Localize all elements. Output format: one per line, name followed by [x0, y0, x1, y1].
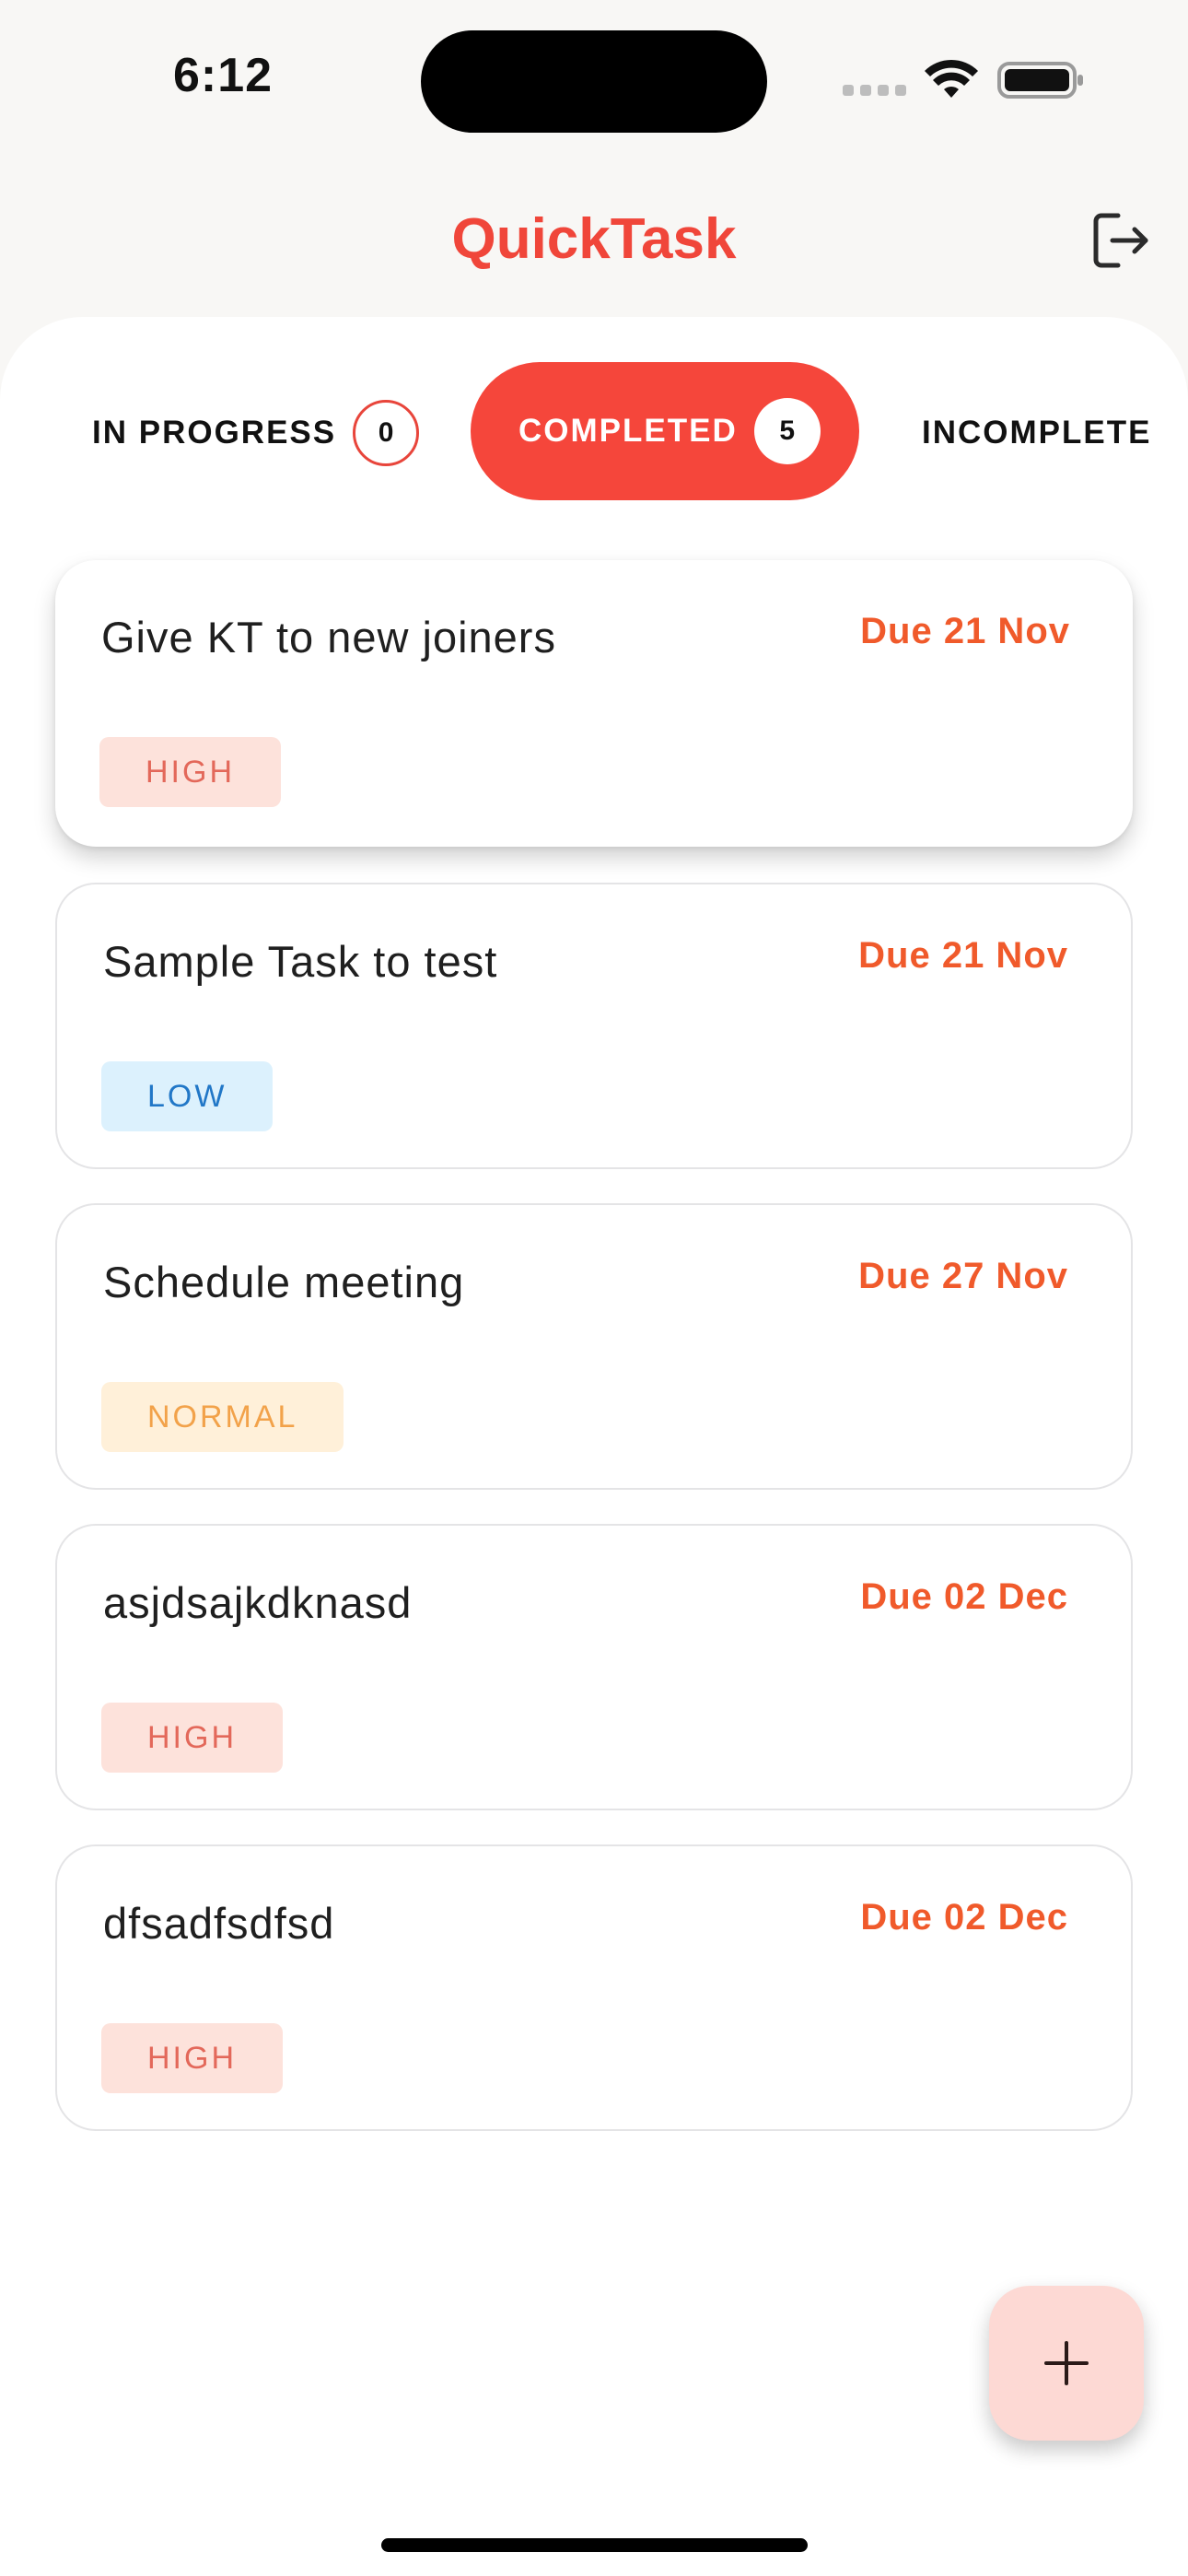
wifi-icon	[925, 59, 978, 98]
status-time: 6:12	[173, 49, 274, 102]
priority-tag: LOW	[101, 1061, 274, 1131]
task-due-date: Due 02 Dec	[860, 1576, 1068, 1617]
tab-in-progress[interactable]: IN PROGRESS 0	[92, 400, 420, 466]
task-title: Give KT to new joiners	[101, 613, 556, 662]
tab-label: INCOMPLETE	[922, 415, 1152, 451]
task-card[interactable]: dfsadfsdfsd Due 02 Dec HIGH	[55, 1844, 1133, 2131]
add-task-button[interactable]	[989, 2286, 1144, 2441]
app-title: QuickTask	[451, 207, 737, 271]
priority-tag: HIGH	[101, 2023, 283, 2093]
task-title: asjdsajkdknasd	[103, 1578, 413, 1627]
task-card[interactable]: asjdsajkdknasd Due 02 Dec HIGH	[55, 1524, 1133, 1810]
task-due-date: Due 21 Nov	[860, 611, 1070, 651]
task-card[interactable]: Schedule meeting Due 27 Nov NORMAL	[55, 1203, 1133, 1490]
content-sheet: IN PROGRESS 0 COMPLETED 5 INCOMPLETE Giv…	[0, 317, 1188, 2576]
battery-icon	[997, 62, 1083, 99]
count-badge: 0	[353, 400, 420, 466]
app-screen: 6:12 QuickTask IN PROGRESS 0 COMPLETED 5…	[0, 0, 1188, 2576]
tab-completed[interactable]: COMPLETED 5	[471, 362, 859, 500]
task-due-date: Due 27 Nov	[858, 1256, 1068, 1296]
home-indicator	[381, 2538, 808, 2552]
priority-tag: NORMAL	[101, 1382, 344, 1452]
tab-label: COMPLETED	[518, 413, 738, 449]
plus-icon	[1044, 2341, 1089, 2385]
dynamic-island	[421, 30, 767, 133]
logout-icon[interactable]	[1089, 208, 1153, 273]
priority-tag: HIGH	[101, 1703, 283, 1773]
priority-tag: HIGH	[99, 737, 281, 807]
cellular-signal-icon	[843, 85, 907, 98]
task-card[interactable]: Give KT to new joiners Due 21 Nov HIGH	[55, 560, 1133, 847]
task-due-date: Due 21 Nov	[858, 935, 1068, 976]
task-card[interactable]: Sample Task to test Due 21 Nov LOW	[55, 883, 1133, 1169]
tab-incomplete[interactable]: INCOMPLETE	[922, 400, 1151, 466]
task-title: dfsadfsdfsd	[103, 1899, 335, 1948]
task-due-date: Due 02 Dec	[860, 1897, 1068, 1938]
task-title: Sample Task to test	[103, 937, 498, 986]
tab-label: IN PROGRESS	[92, 415, 337, 451]
task-title: Schedule meeting	[103, 1258, 465, 1306]
count-badge: 5	[753, 398, 821, 464]
